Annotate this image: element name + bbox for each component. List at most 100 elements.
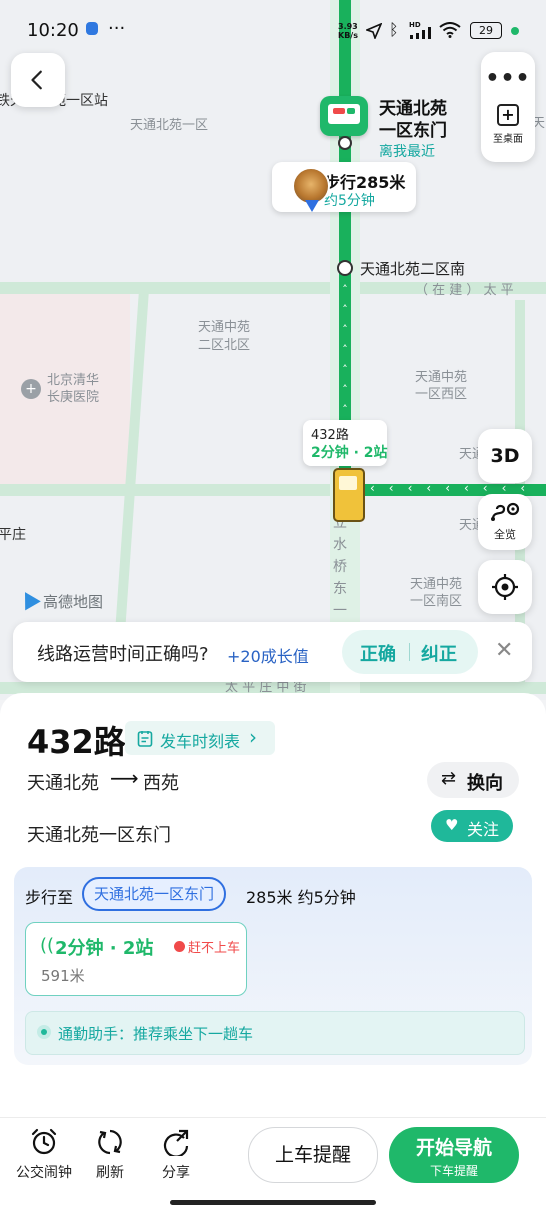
home-indicator — [170, 1200, 376, 1205]
share-label: 分享 — [162, 1165, 190, 1181]
notification-icon — [86, 22, 98, 35]
station-icon[interactable] — [320, 96, 368, 136]
status-time: 10:20 — [27, 20, 79, 41]
network-speed: 3.93 KB/s — [338, 22, 358, 40]
map-label: 一区南区 — [410, 594, 463, 609]
bus-card-eta: 2分钟 · 2站 — [55, 938, 154, 959]
map-label: （ 在 建 ） 太 平 — [415, 283, 514, 298]
more-menu-panel: ••• + 至桌面 — [481, 52, 535, 162]
wifi-icon — [439, 22, 461, 38]
overview-label: 全览 — [494, 528, 516, 541]
battery-icon: 29 — [470, 22, 502, 39]
bus-card-distance: 591米 — [41, 967, 85, 985]
more-notifications-icon: ··· — [108, 18, 126, 39]
walk-prefix: 步行至 — [25, 888, 74, 907]
map-label: 北京清华 — [47, 373, 100, 388]
schedule-icon — [137, 731, 153, 747]
map-label: 二区北区 — [198, 338, 251, 353]
station-sub: 离我最近 — [379, 144, 435, 160]
feedback-fix-button[interactable]: 纠正 — [421, 640, 457, 666]
feedback-reward: +20成长值 — [227, 647, 309, 666]
timetable-button[interactable]: 发车时刻表 › — [125, 721, 275, 755]
switch-label: 换向 — [467, 773, 503, 794]
share-button[interactable]: 分享 — [156, 1128, 196, 1182]
crosshair-icon — [492, 574, 518, 600]
map-label: 天通中苑 — [410, 577, 463, 592]
map-label: 天通中苑 — [415, 370, 468, 385]
walk-time: 约5分钟 — [324, 193, 375, 209]
bus-icon[interactable] — [333, 468, 365, 522]
map-logo-text: 高德地图 — [43, 593, 104, 611]
stop-marker[interactable] — [337, 260, 353, 276]
overview-button[interactable]: 全览 — [478, 494, 532, 550]
assistant-text: 通勤助手：推荐乘坐下一趟车 — [58, 1025, 254, 1043]
bus-eta-card[interactable]: (( 2分钟 · 2站 赶不上车 591米 — [25, 922, 247, 996]
assistant-dot-icon — [37, 1025, 51, 1039]
station-name-line1: 天通北苑 — [379, 99, 447, 119]
chevron-right-icon: › — [249, 725, 257, 749]
back-button[interactable] — [11, 53, 65, 107]
walk-target-chip[interactable]: 天通北苑一区东门 — [82, 877, 227, 911]
follow-button[interactable]: ♥ 关注 — [431, 810, 513, 842]
hospital-icon: + — [21, 379, 41, 399]
feedback-choice-pill: 正确 纠正 — [342, 630, 478, 674]
direction-from: 天通北苑 — [27, 773, 99, 794]
walk-info: 285米 约5分钟 — [246, 888, 356, 907]
station-pin — [338, 136, 352, 150]
map-label: 天通北苑一区 — [130, 118, 209, 133]
divider — [409, 643, 410, 661]
station-name-line2: 一区东门 — [379, 121, 447, 141]
follow-label: 关注 — [467, 820, 500, 839]
station-name[interactable]: 天通北苑 一区东门 — [379, 98, 447, 142]
direction-to: 西苑 — [143, 773, 179, 794]
swap-icon: ⇄ — [441, 768, 457, 789]
heart-icon: ♥ — [445, 816, 459, 834]
bus-route: 432路 — [311, 428, 349, 443]
feedback-correct-button[interactable]: 正确 — [360, 640, 396, 666]
bottom-bar-divider — [0, 1117, 546, 1118]
bus-alarm-button[interactable]: 公交闹钟 — [13, 1128, 75, 1182]
alarm-clock-icon — [31, 1128, 57, 1155]
switch-direction-button[interactable]: ⇄ 换向 — [427, 762, 519, 798]
amap-logo-icon — [17, 587, 41, 611]
to-desktop-button[interactable]: + 至桌面 — [493, 104, 523, 145]
route-title: 432路 — [27, 723, 126, 761]
route-arrows: ‹‹‹‹‹‹‹‹‹ — [370, 481, 540, 495]
route-overview-icon — [491, 502, 520, 521]
3d-button[interactable]: 3D — [478, 429, 532, 483]
map-view[interactable]: ‹‹‹‹‹‹‹‹‹ ˄˄˄˄˄˄˄˄˄˄ 铁天通北苑一区站 天通北苑一区 天通中… — [0, 0, 546, 700]
bus-bubble[interactable]: 432路 2分钟 · 2站 — [303, 420, 388, 466]
feedback-question: 线路运营时间正确吗? — [37, 644, 209, 665]
board-reminder-button[interactable]: 上车提醒 — [248, 1127, 378, 1183]
board-reminder-label: 上车提醒 — [274, 1144, 351, 1166]
timetable-label: 发车时刻表 — [160, 732, 241, 751]
share-icon — [163, 1129, 189, 1158]
walk-target: 天通北苑一区东门 — [94, 885, 215, 903]
bus-alarm-label: 公交闹钟 — [16, 1165, 72, 1181]
locate-button[interactable] — [478, 560, 532, 614]
bus-card-warning: 赶不上车 — [188, 941, 241, 956]
map-label: 一区西区 — [415, 387, 468, 402]
more-icon: ••• — [485, 65, 531, 91]
arrow-right-icon: ⟶ — [110, 766, 139, 790]
location-arrow-icon — [366, 23, 382, 39]
assistant-banner[interactable]: 通勤助手：推荐乘坐下一趟车 — [25, 1011, 525, 1055]
to-desktop-label: 至桌面 — [493, 134, 523, 145]
location-arrow-icon — [305, 200, 319, 212]
map-label: 长庚医院 — [47, 390, 100, 405]
bluetooth-icon: ᛒ — [389, 20, 399, 39]
signal-icon — [410, 27, 431, 39]
status-bar: 10:20 ··· 3.93 KB/s ᛒ HD 29 — [0, 0, 546, 60]
close-icon[interactable]: ✕ — [495, 638, 513, 663]
refresh-button[interactable]: 刷新 — [90, 1128, 130, 1182]
map-label: 天通中苑 — [198, 320, 251, 335]
refresh-icon — [98, 1129, 122, 1155]
add-square-icon: + — [497, 104, 519, 126]
realtime-signal-icon: (( — [40, 935, 55, 956]
stop-label[interactable]: 天通北苑二区南 — [360, 258, 465, 279]
chevron-left-icon — [31, 70, 42, 90]
start-navigation-button[interactable]: 开始导航 下车提醒 — [389, 1127, 519, 1183]
map-label: 立水桥东一 — [333, 515, 347, 619]
battery-charging-dot — [511, 27, 519, 35]
battery-level: 29 — [479, 24, 493, 37]
